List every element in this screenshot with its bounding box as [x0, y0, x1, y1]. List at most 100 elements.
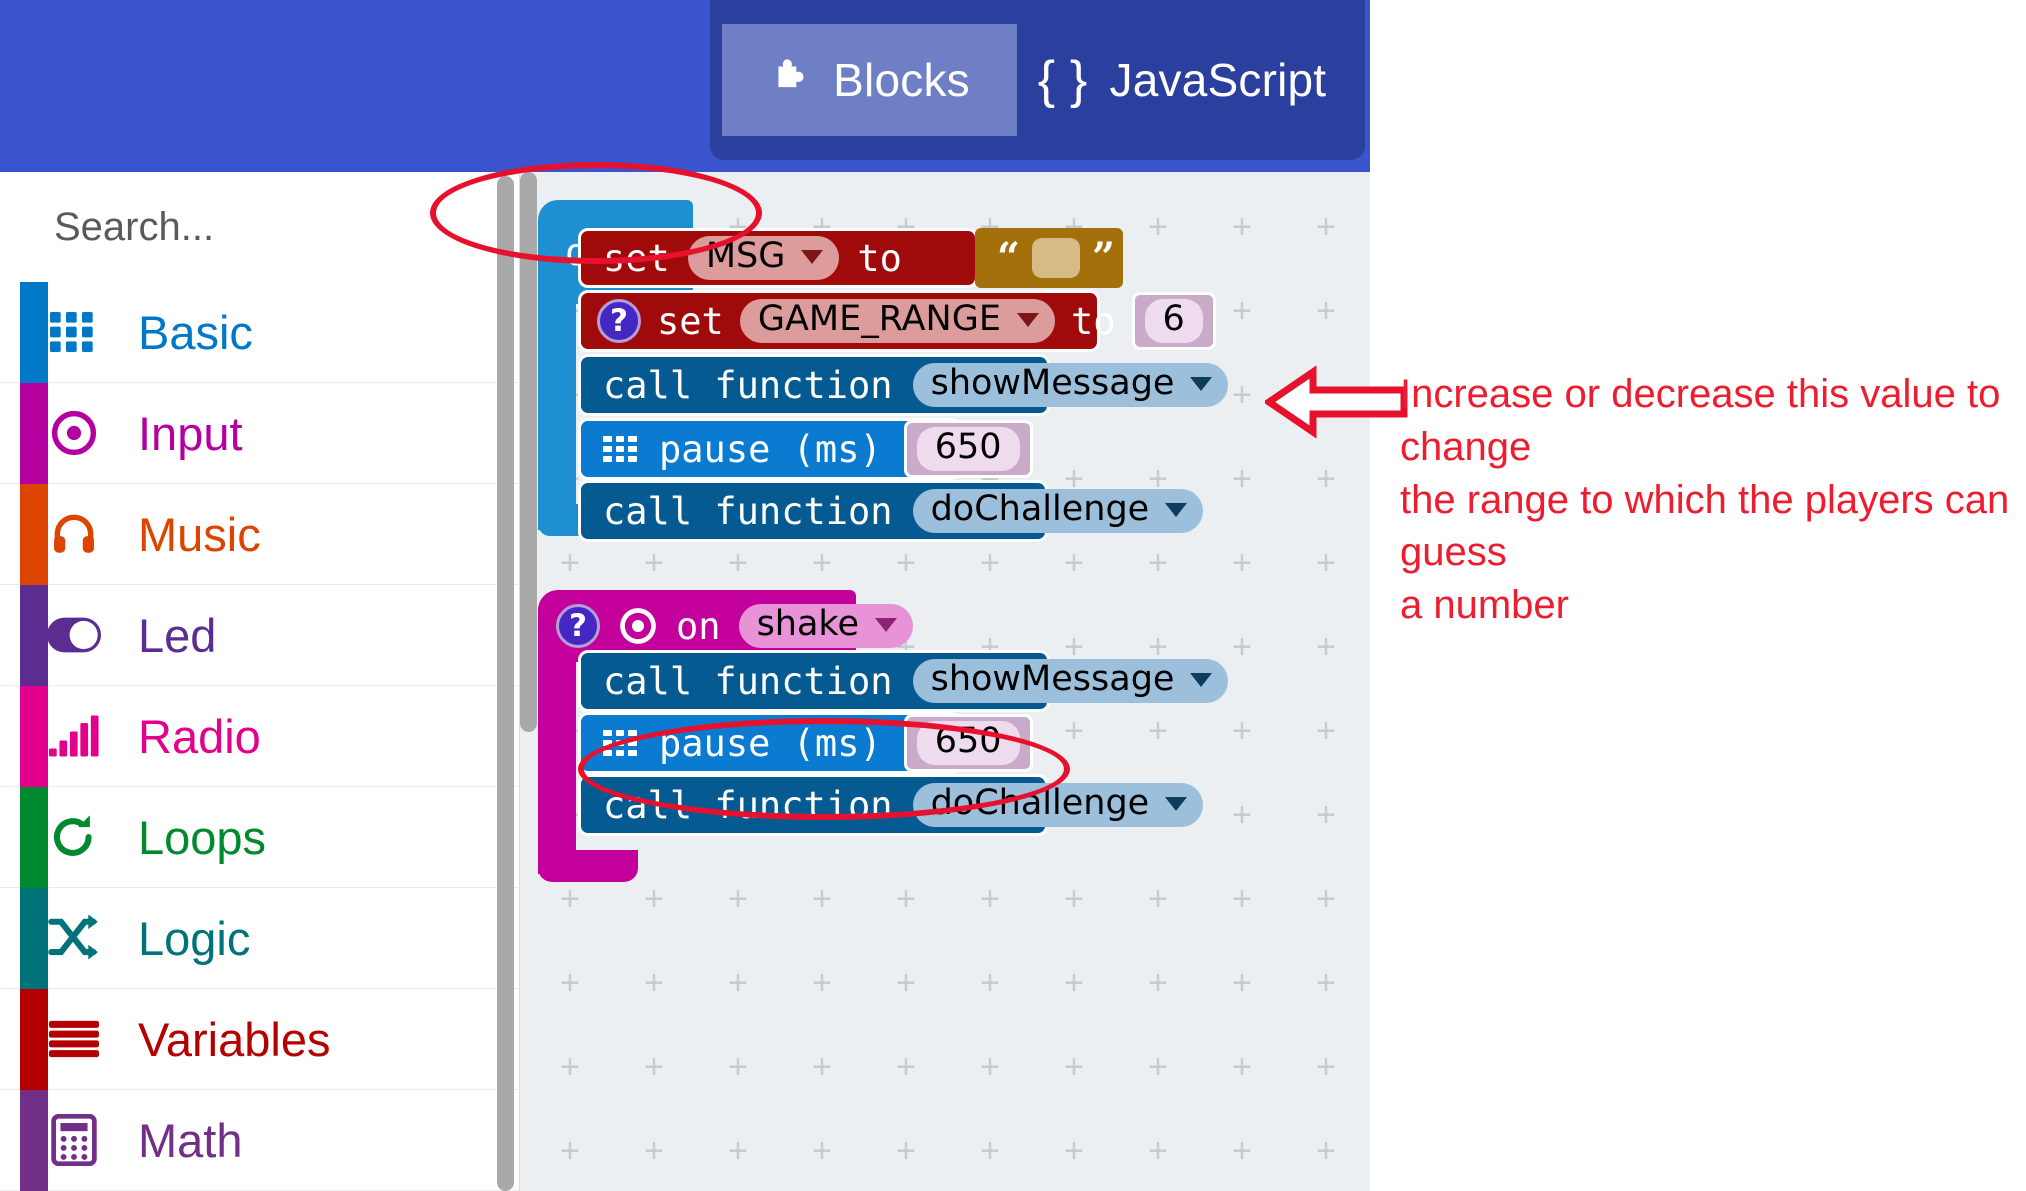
grid-mark: + [644, 964, 664, 1002]
sidebar-item-logic[interactable]: Logic [0, 888, 519, 989]
sidebar-item-radio[interactable]: Radio [0, 686, 519, 787]
sidebar-item-music[interactable]: Music [0, 484, 519, 585]
chevron-down-icon [1190, 672, 1213, 687]
tab-blocks[interactable]: Blocks [722, 24, 1017, 136]
event-dropdown-shake[interactable]: shake [738, 604, 913, 648]
grid-mark: + [1148, 208, 1168, 246]
shuffle-arrow-icon [46, 910, 102, 966]
grid-mark: + [1316, 292, 1336, 330]
variable-name: GAME_RANGE [757, 299, 1001, 339]
function-dropdown-show-message[interactable]: showMessage [912, 363, 1229, 407]
refresh-loop-icon [46, 809, 102, 865]
grid-mark: + [644, 880, 664, 918]
grid-mark: + [1316, 1048, 1336, 1086]
grid-mark: + [1232, 460, 1252, 498]
grid-mark: + [1316, 880, 1336, 918]
grid-mark: + [728, 1048, 748, 1086]
grid-mark: + [1232, 1132, 1252, 1170]
grid-mark: + [812, 964, 832, 1002]
chevron-down-icon [1165, 796, 1188, 811]
block-call-show-message-2[interactable]: call function showMessage [578, 650, 1229, 712]
sidebar-item-math[interactable]: Math [0, 1090, 519, 1191]
game-range-value[interactable]: 6 [1144, 299, 1203, 343]
to-keyword: to [857, 236, 902, 280]
signal-bars-icon [46, 708, 102, 764]
blocks-workspace[interactable]: + + + + + + + + + + + + + + + + + + + + + + + + + + + + + + + + + + + + + + + +… [520, 172, 1370, 1191]
sidebar-item-input[interactable]: Input [0, 383, 519, 484]
grid-mark: + [1316, 1132, 1336, 1170]
category-color-swatch [20, 888, 48, 989]
grid-mark: + [728, 880, 748, 918]
chevron-down-icon [801, 249, 824, 264]
grid-mark: + [980, 544, 1000, 582]
grid-mark: + [560, 880, 580, 918]
grid-mark: + [1148, 1132, 1168, 1170]
grid-mark: + [980, 880, 1000, 918]
call-function-keyword: call function [603, 659, 893, 703]
block-string-literal[interactable]: “ ” [975, 228, 1123, 288]
grid-mark: + [896, 964, 916, 1002]
number-socket-game-range[interactable]: 6 [1131, 292, 1216, 350]
pause-keyword: pause (ms) [659, 427, 882, 471]
sidebar-item-led[interactable]: Led [0, 585, 519, 686]
tab-blocks-label: Blocks [833, 54, 970, 106]
block-set-game-range[interactable]: ? set GAME_RANGE to 6 [578, 290, 1216, 352]
event-name: shake [756, 604, 859, 644]
grid-mark: + [644, 1048, 664, 1086]
tab-javascript[interactable]: { } JavaScript [1017, 24, 1347, 136]
top-bar: Blocks { } JavaScript [0, 0, 1370, 172]
grid-mark: + [1232, 880, 1252, 918]
sidebar-item-loops[interactable]: Loops [0, 787, 519, 888]
sidebar-item-variables[interactable]: Variables [0, 989, 519, 1090]
sidebar-item-label: Loops [138, 810, 267, 864]
toolbox-sidebar: Basic Input Music [0, 172, 619, 1191]
grid-mark: + [980, 1132, 1000, 1170]
curly-braces-icon: { } [1037, 51, 1088, 109]
target-dot-icon [618, 606, 658, 646]
help-badge-icon[interactable]: ? [597, 299, 641, 343]
block-call-show-message-1[interactable]: call function showMessage [578, 354, 1229, 416]
call-function-keyword: call function [603, 489, 893, 533]
editor-mode-tabs: Blocks { } JavaScript [710, 0, 1365, 160]
sidebar-item-label: Variables [138, 1012, 331, 1066]
puzzle-piece-icon [769, 57, 811, 103]
grid-mark: + [1232, 208, 1252, 246]
category-color-swatch [20, 484, 48, 585]
category-color-swatch [20, 686, 48, 787]
sidebar-item-label: Led [138, 608, 217, 662]
sidebar-item-label: Basic [138, 305, 253, 359]
help-badge-icon[interactable]: ? [556, 604, 600, 648]
grid-mark: + [644, 544, 664, 582]
grid-mark: + [1232, 796, 1252, 834]
grid-mark: + [1064, 1132, 1084, 1170]
sidebar-item-basic[interactable]: Basic [0, 282, 519, 383]
block-call-do-challenge-1[interactable]: call function doChallenge [578, 480, 1204, 542]
grid-mark: + [1316, 208, 1336, 246]
to-keyword: to [1070, 299, 1116, 343]
annotation-note: Increase or decrease this value to chang… [1400, 368, 2026, 632]
grid-mark: + [980, 964, 1000, 1002]
grid-mark: + [1316, 460, 1336, 498]
grid-mark: + [1064, 964, 1084, 1002]
grid-mark: + [728, 544, 748, 582]
grid-mark: + [1232, 964, 1252, 1002]
on-keyword: on [676, 604, 721, 648]
grid-mark: + [728, 1132, 748, 1170]
category-color-swatch [20, 787, 48, 888]
number-socket-pause-1[interactable]: 650 [903, 420, 1033, 478]
toolbox-scrollbar[interactable] [497, 176, 514, 1191]
function-dropdown-show-message[interactable]: showMessage [912, 659, 1229, 703]
variable-dropdown-game-range[interactable]: GAME_RANGE [739, 299, 1055, 343]
close-quote-icon: ” [1092, 234, 1116, 281]
grid-mark: + [1148, 544, 1168, 582]
grid-mark: + [1148, 880, 1168, 918]
function-dropdown-do-challenge[interactable]: doChallenge [912, 489, 1204, 533]
grid-3x3-icon [46, 304, 102, 360]
grid-mark: + [812, 880, 832, 918]
pause-value[interactable]: 650 [916, 427, 1020, 471]
block-pause-1[interactable]: pause (ms) 650 [578, 418, 1033, 480]
grid-mark: + [896, 1048, 916, 1086]
grid-mark: + [812, 1048, 832, 1086]
string-value-field[interactable] [1032, 238, 1081, 278]
grid-mark: + [980, 1048, 1000, 1086]
